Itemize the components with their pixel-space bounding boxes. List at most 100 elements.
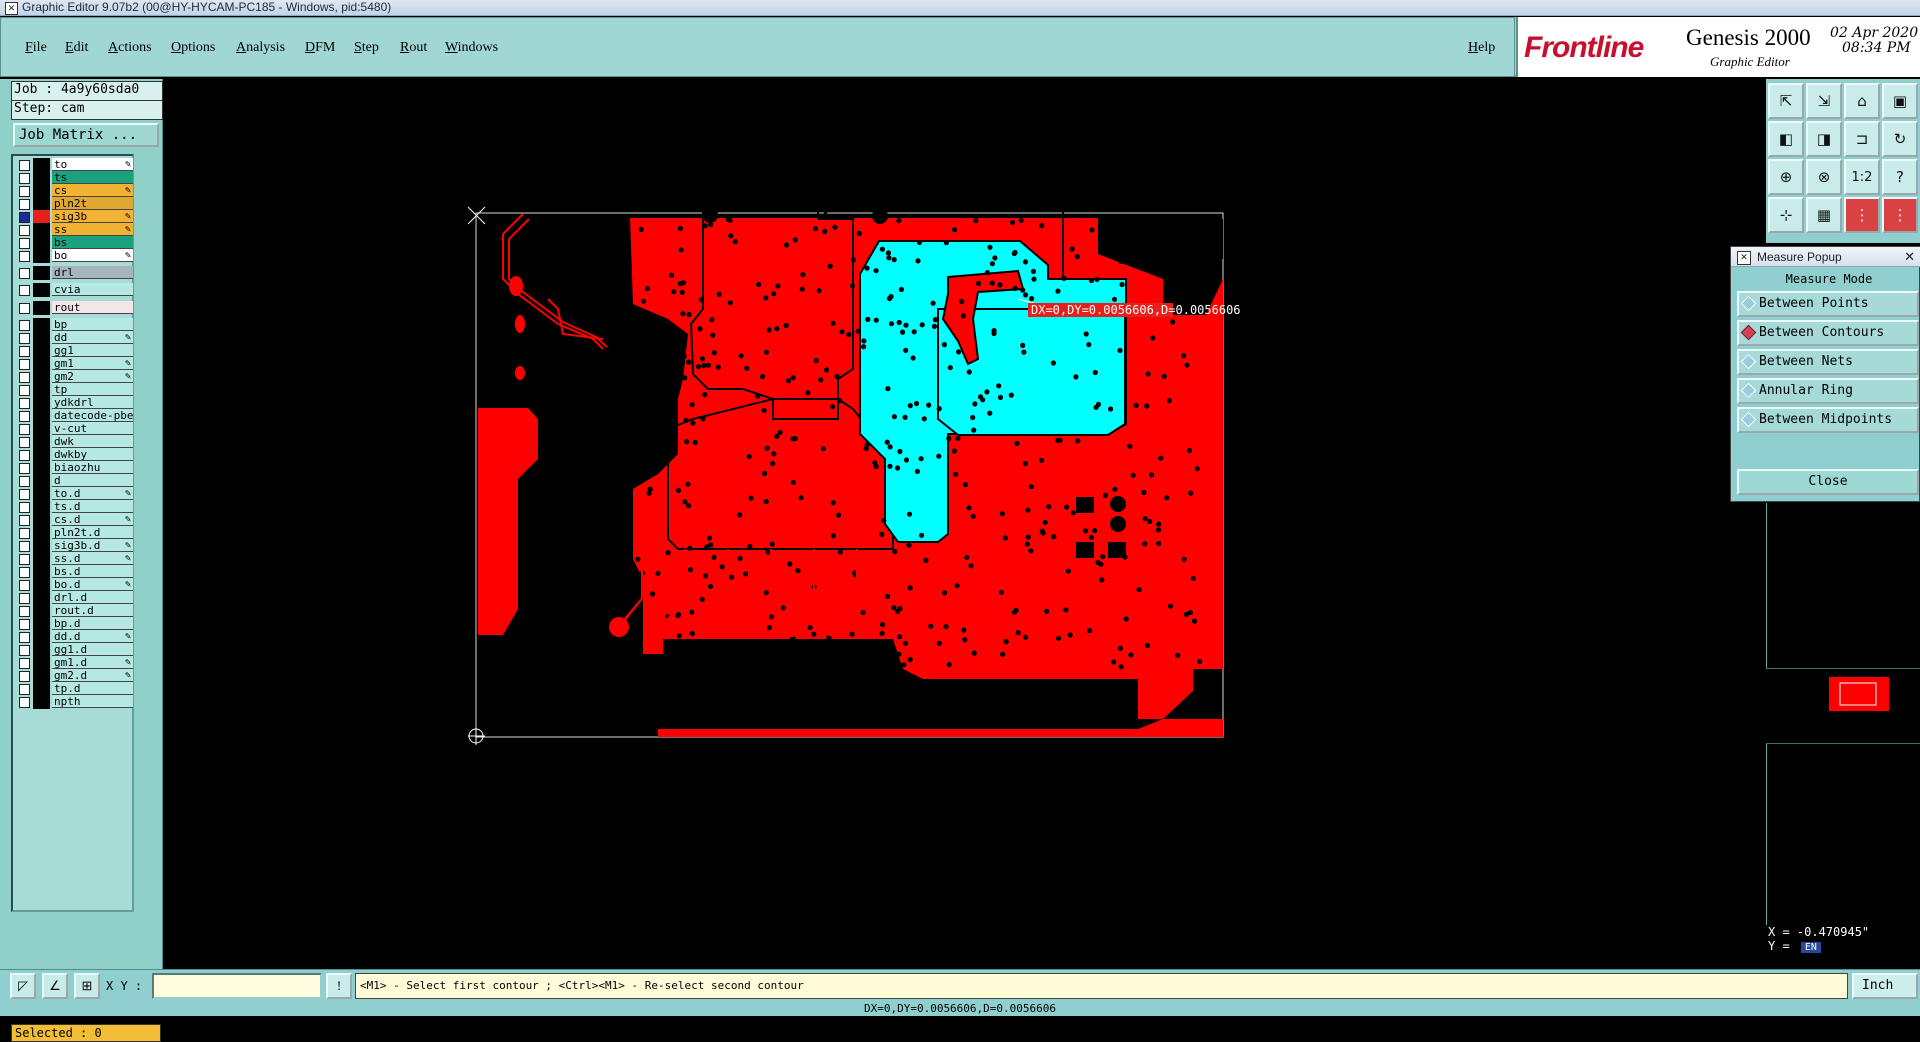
menu-file[interactable]: File bbox=[25, 40, 47, 56]
layer-checkbox[interactable] bbox=[19, 645, 30, 656]
layer-name[interactable]: bp bbox=[52, 318, 133, 331]
layer-name[interactable]: npth bbox=[52, 695, 133, 708]
layer-name[interactable]: datecode-pbe bbox=[52, 409, 133, 422]
layer-row-cs[interactable]: cs ✎ bbox=[16, 184, 133, 198]
menu-help[interactable]: Help bbox=[1468, 40, 1495, 56]
layer-name[interactable]: tp.d bbox=[52, 682, 133, 695]
grid-snap-icon[interactable]: ⊞ bbox=[74, 973, 100, 999]
layer-name[interactable]: to.d ✎ bbox=[52, 487, 133, 500]
mode-between-points[interactable]: Between Points bbox=[1737, 291, 1919, 317]
layer-checkbox[interactable] bbox=[19, 173, 30, 184]
layer-checkbox[interactable] bbox=[19, 593, 30, 604]
center-icon[interactable]: ⊗ bbox=[1806, 159, 1842, 195]
layer-name[interactable]: ts bbox=[52, 171, 133, 184]
menu-options[interactable]: Options bbox=[171, 40, 215, 56]
layer-name[interactable]: bo ✎ bbox=[52, 249, 133, 262]
help-icon[interactable]: ? bbox=[1882, 159, 1918, 195]
scale-1-2-icon[interactable]: 1:2 bbox=[1844, 159, 1880, 195]
close-icon[interactable]: ✕ bbox=[1904, 247, 1915, 267]
layer-row-rout-d[interactable]: rout.d bbox=[16, 604, 133, 618]
layer-row-gg1[interactable]: gg1 bbox=[16, 344, 133, 358]
layer-row-ss[interactable]: ss ✎ bbox=[16, 223, 133, 237]
layer-row-rout[interactable]: rout bbox=[16, 301, 133, 315]
layer-row-bo-d[interactable]: bo.d ✎ bbox=[16, 578, 133, 592]
layer-checkbox[interactable] bbox=[19, 359, 30, 370]
menu-actions[interactable]: Actions bbox=[108, 40, 152, 56]
layer-row-ts-d[interactable]: ts.d bbox=[16, 500, 133, 514]
zoom-area-icon[interactable]: ⊐ bbox=[1844, 121, 1880, 157]
layer-row-pln2t[interactable]: pln2t bbox=[16, 197, 133, 211]
layer-checkbox[interactable] bbox=[19, 186, 30, 197]
layer-row-datecode-pbe[interactable]: datecode-pbe bbox=[16, 409, 133, 423]
layer-row-pln2t-d[interactable]: pln2t.d bbox=[16, 526, 133, 540]
layer-row-bs-d[interactable]: bs.d bbox=[16, 565, 133, 579]
layer-checkbox[interactable] bbox=[19, 541, 30, 552]
layer-checkbox[interactable] bbox=[19, 212, 30, 223]
layer-row-bo[interactable]: bo ✎ bbox=[16, 249, 133, 263]
net-icon[interactable]: ⋮ bbox=[1882, 197, 1918, 233]
layer-checkbox[interactable] bbox=[19, 285, 30, 296]
layer-checkbox[interactable] bbox=[19, 463, 30, 474]
layer-name[interactable]: gm2 ✎ bbox=[52, 370, 133, 383]
layer-name[interactable]: bs bbox=[52, 236, 133, 249]
layer-row-dwkby[interactable]: dwkby bbox=[16, 448, 133, 462]
layer-name[interactable]: bo.d ✎ bbox=[52, 578, 133, 591]
layer-row-gm1-d[interactable]: gm1.d ✎ bbox=[16, 656, 133, 670]
layer-name[interactable]: gm1 ✎ bbox=[52, 357, 133, 370]
layer-name[interactable]: to ✎ bbox=[52, 158, 133, 171]
layer-checkbox[interactable] bbox=[19, 424, 30, 435]
layer-name[interactable]: cs ✎ bbox=[52, 184, 133, 197]
layer-row-ss-d[interactable]: ss.d ✎ bbox=[16, 552, 133, 566]
mode-between-contours[interactable]: Between Contours bbox=[1737, 320, 1919, 346]
menu-edit[interactable]: Edit bbox=[65, 40, 88, 56]
layer-row-dd[interactable]: dd ✎ bbox=[16, 331, 133, 345]
layer-checkbox[interactable] bbox=[19, 671, 30, 682]
layer-row-dwk[interactable]: dwk bbox=[16, 435, 133, 449]
layer-name[interactable]: sig3b.d ✎ bbox=[52, 539, 133, 552]
layer-row-drl-d[interactable]: drl.d bbox=[16, 591, 133, 605]
layer-row-cvia[interactable]: cvia bbox=[16, 283, 133, 297]
layer-name[interactable]: bp.d bbox=[52, 617, 133, 630]
layer-checkbox[interactable] bbox=[19, 385, 30, 396]
layer-row-cs-d[interactable]: cs.d ✎ bbox=[16, 513, 133, 527]
layer-checkbox[interactable] bbox=[19, 199, 30, 210]
layer-row-bp-d[interactable]: bp.d bbox=[16, 617, 133, 631]
grid-icon[interactable]: ▦ bbox=[1806, 197, 1842, 233]
layer-name[interactable]: dd.d ✎ bbox=[52, 630, 133, 643]
layer-checkbox[interactable] bbox=[19, 160, 30, 171]
close-button[interactable]: Close bbox=[1737, 469, 1919, 495]
layer-checkbox[interactable] bbox=[19, 450, 30, 461]
layer-name[interactable]: dd ✎ bbox=[52, 331, 133, 344]
layer-checkbox[interactable] bbox=[19, 225, 30, 236]
layer-row-to-d[interactable]: to.d ✎ bbox=[16, 487, 133, 501]
layer-checkbox[interactable] bbox=[19, 554, 30, 565]
layer-row-gg1-d[interactable]: gg1.d bbox=[16, 643, 133, 657]
snap-icon[interactable]: ⊹ bbox=[1768, 197, 1804, 233]
mode-between-midpoints[interactable]: Between Midpoints bbox=[1737, 407, 1919, 433]
redraw-icon[interactable]: ↻ bbox=[1882, 121, 1918, 157]
menu-rout[interactable]: Rout bbox=[400, 40, 427, 56]
mode-between-nets[interactable]: Between Nets bbox=[1737, 349, 1919, 375]
menu-analysis[interactable]: Analysis bbox=[236, 40, 285, 56]
layer-checkbox[interactable] bbox=[19, 238, 30, 249]
layer-name[interactable]: cvia bbox=[52, 283, 133, 296]
layer-name[interactable]: pln2t bbox=[52, 197, 133, 210]
menu-windows[interactable]: Windows bbox=[445, 40, 498, 56]
overview-map[interactable] bbox=[1766, 668, 1920, 744]
layer-row-tp-d[interactable]: tp.d bbox=[16, 682, 133, 696]
layer-name[interactable]: rout.d bbox=[52, 604, 133, 617]
menu-dfm[interactable]: DFM bbox=[305, 40, 335, 56]
layer-checkbox[interactable] bbox=[19, 619, 30, 630]
layer-name[interactable]: tp bbox=[52, 383, 133, 396]
layer-checkbox[interactable] bbox=[19, 515, 30, 526]
layer-name[interactable]: v-cut bbox=[52, 422, 133, 435]
layer-row-drl[interactable]: drl bbox=[16, 266, 133, 280]
layer-row-npth[interactable]: npth bbox=[16, 695, 133, 709]
layer-checkbox[interactable] bbox=[19, 411, 30, 422]
layer-checkbox[interactable] bbox=[19, 303, 30, 314]
layer-row-bp[interactable]: bp bbox=[16, 318, 133, 332]
layer-name[interactable]: biaozhu bbox=[52, 461, 133, 474]
layer-name[interactable]: d bbox=[52, 474, 133, 487]
layer-name[interactable]: ts.d bbox=[52, 500, 133, 513]
layer-name[interactable]: bs.d bbox=[52, 565, 133, 578]
